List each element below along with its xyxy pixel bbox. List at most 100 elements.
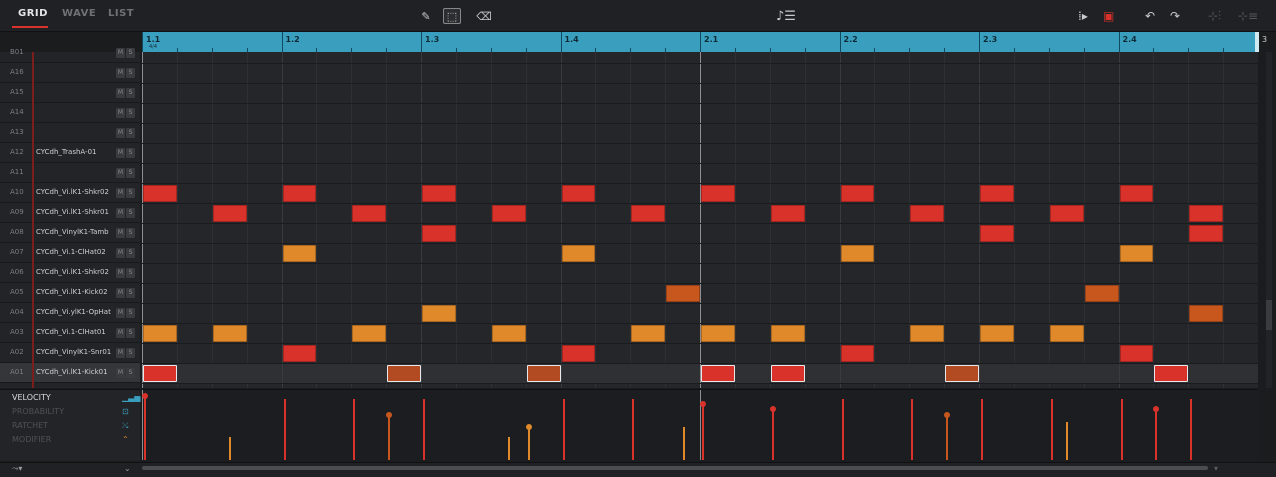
zoom-dropdown-icon[interactable]: ▾ (1214, 464, 1218, 473)
velocity-stem[interactable] (229, 436, 232, 460)
velocity-bars-icon[interactable]: ▁▃▅ (122, 393, 140, 402)
note-event[interactable] (143, 364, 177, 382)
velocity-handle[interactable] (769, 405, 776, 412)
zoom-horizontal-icon[interactable]: ⊹⫶ (1208, 9, 1221, 24)
solo-button[interactable]: S (126, 228, 135, 238)
note-event[interactable] (910, 324, 945, 342)
track-row[interactable]: B01 M S (0, 43, 140, 63)
velocity-handle[interactable] (386, 412, 393, 419)
note-event[interactable] (1189, 224, 1224, 242)
velocity-stem[interactable] (911, 399, 914, 460)
solo-button[interactable]: S (126, 268, 135, 278)
note-event[interactable] (980, 224, 1014, 242)
velocity-stem[interactable] (508, 436, 511, 460)
note-event[interactable] (387, 364, 421, 382)
solo-button[interactable]: S (126, 88, 135, 98)
loop-end-marker[interactable] (1255, 32, 1259, 52)
mute-button[interactable]: M (116, 68, 125, 78)
mute-button[interactable]: M (116, 248, 125, 258)
lane-ratchet[interactable]: RATCHET (12, 421, 48, 430)
note-event[interactable] (1119, 344, 1154, 362)
note-list-icon[interactable]: ♪☰ (776, 9, 796, 24)
note-grid[interactable] (142, 52, 1258, 388)
track-row[interactable]: A14 M S (0, 103, 140, 123)
note-event[interactable] (631, 324, 666, 342)
mute-button[interactable]: M (116, 168, 125, 178)
mute-button[interactable]: M (116, 188, 125, 198)
solo-button[interactable]: S (126, 128, 135, 138)
note-event[interactable] (282, 244, 317, 262)
velocity-stem[interactable] (682, 426, 685, 460)
track-row[interactable]: A13 M S (0, 123, 140, 143)
velocity-stem[interactable] (283, 399, 286, 460)
velocity-stem[interactable] (1066, 421, 1069, 460)
mute-button[interactable]: M (116, 268, 125, 278)
chevron-down-icon[interactable]: ⌄ (124, 464, 131, 473)
solo-button[interactable]: S (126, 348, 135, 358)
velocity-stem[interactable] (1050, 399, 1053, 460)
velocity-stem[interactable] (388, 415, 391, 460)
note-event[interactable] (422, 224, 456, 242)
mute-button[interactable]: M (116, 288, 125, 298)
velocity-stem[interactable] (1120, 399, 1123, 460)
modifier-icon[interactable]: ⌃ (122, 435, 129, 444)
solo-button[interactable]: S (126, 68, 135, 78)
velocity-stem[interactable] (423, 399, 425, 460)
note-event[interactable] (701, 184, 735, 202)
note-event[interactable] (422, 184, 456, 202)
solo-button[interactable]: S (126, 308, 135, 318)
mute-button[interactable]: M (116, 368, 125, 378)
solo-button[interactable]: S (126, 248, 135, 258)
mute-button[interactable]: M (116, 108, 125, 118)
velocity-handle[interactable] (142, 393, 148, 399)
note-event[interactable] (1119, 244, 1154, 262)
note-event[interactable] (212, 324, 247, 342)
velocity-stem[interactable] (527, 426, 530, 460)
mute-button[interactable]: M (116, 348, 125, 358)
note-event[interactable] (491, 204, 526, 222)
note-event[interactable] (1154, 364, 1189, 382)
lane-modifier[interactable]: MODIFIER (12, 435, 51, 444)
note-event[interactable] (422, 304, 456, 322)
note-event[interactable] (561, 184, 596, 202)
probability-icon[interactable]: ⊡ (122, 407, 129, 416)
track-row[interactable]: A02 CYCdh_VinylK1-Snr01 M S (0, 343, 140, 363)
mute-button[interactable]: M (116, 328, 125, 338)
step-edit-icon[interactable]: ⁞▸ (1078, 9, 1088, 23)
solo-button[interactable]: S (126, 188, 135, 198)
velocity-handle[interactable] (1153, 405, 1160, 412)
note-event[interactable] (840, 184, 875, 202)
mute-button[interactable]: M (116, 208, 125, 218)
velocity-stem[interactable] (946, 415, 949, 460)
note-event[interactable] (1119, 184, 1154, 202)
track-select-icon[interactable]: ⤳▾ (12, 464, 22, 474)
velocity-stem[interactable] (632, 399, 635, 460)
note-event[interactable] (980, 324, 1014, 342)
note-event[interactable] (561, 244, 596, 262)
velocity-lane[interactable] (142, 389, 1258, 463)
mute-button[interactable]: M (116, 308, 125, 318)
velocity-stem[interactable] (771, 408, 774, 460)
note-event[interactable] (840, 244, 875, 262)
record-region-icon[interactable]: ▣ (1103, 9, 1114, 23)
note-event[interactable] (1189, 204, 1224, 222)
note-event[interactable] (840, 344, 875, 362)
undo-icon[interactable]: ↶ (1145, 9, 1155, 23)
solo-button[interactable]: S (126, 328, 135, 338)
eraser-icon[interactable]: ⌫ (476, 8, 492, 24)
velocity-handle[interactable] (944, 412, 951, 419)
zoom-vertical-icon[interactable]: ⊹≡ (1238, 9, 1258, 23)
select-box-icon[interactable]: ⬚ (443, 8, 461, 24)
track-row[interactable]: A03 CYCdh_Vi.1-ClHat01 M S (0, 323, 140, 343)
solo-button[interactable]: S (126, 108, 135, 118)
note-event[interactable] (561, 344, 596, 362)
timeline-ruler[interactable]: 1.1 1.2 1.3 1.4 2.1 2.2 2.3 2.4 (142, 32, 1259, 52)
velocity-stem[interactable] (562, 399, 565, 460)
tab-list[interactable]: LIST (108, 8, 134, 19)
note-event[interactable] (352, 324, 387, 342)
note-event[interactable] (212, 204, 247, 222)
velocity-stem[interactable] (1190, 399, 1193, 460)
solo-button[interactable]: S (126, 288, 135, 298)
note-event[interactable] (1084, 284, 1119, 302)
vertical-scroll-thumb[interactable] (1266, 300, 1272, 330)
